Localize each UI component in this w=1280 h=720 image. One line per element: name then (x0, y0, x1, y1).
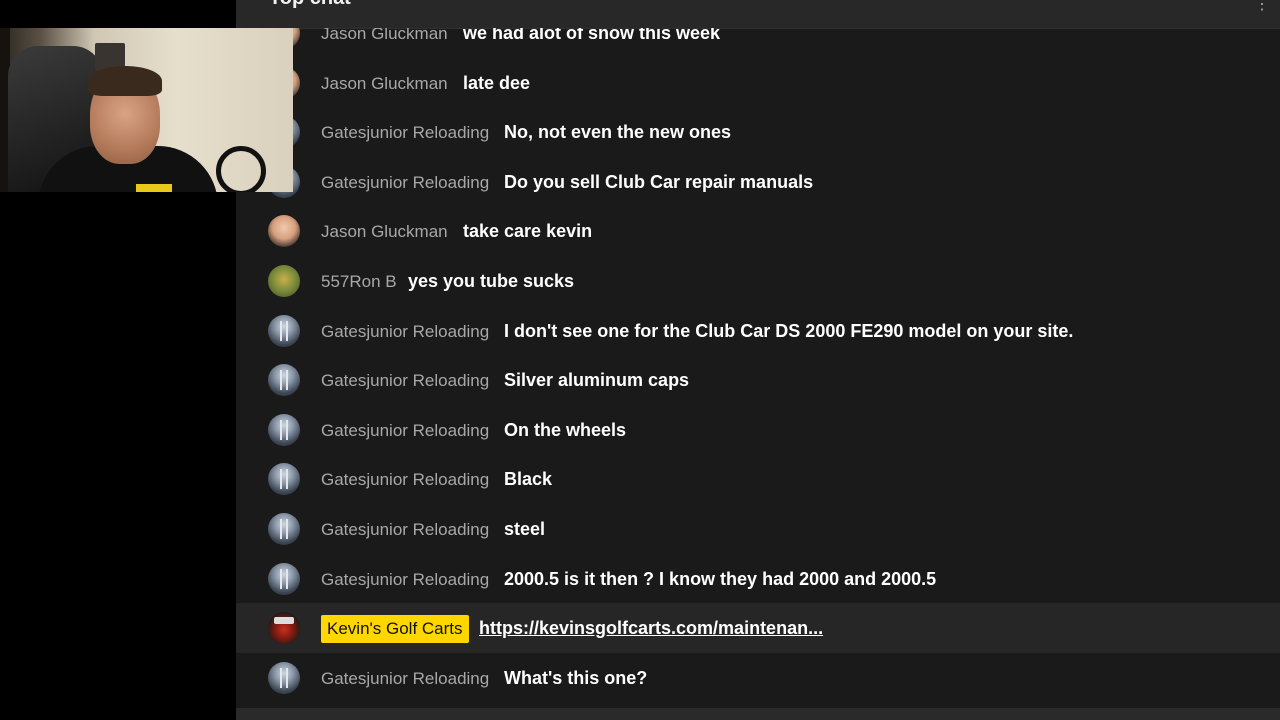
message-text: What's this one? (504, 667, 648, 688)
author-name[interactable]: Gatesjunior Reloading (321, 570, 489, 590)
author-name[interactable]: Gatesjunior Reloading (321, 371, 489, 391)
author-name[interactable]: Gatesjunior Reloading (321, 173, 489, 193)
author-name[interactable]: Jason Gluckman (321, 222, 448, 242)
avatar[interactable] (268, 265, 300, 297)
message-text: Silver aluminum caps (504, 370, 690, 391)
author-name[interactable]: Gatesjunior Reloading (321, 123, 489, 143)
chat-message[interactable]: Gatesjunior Reloading I don't see one for… (236, 306, 1280, 356)
avatar[interactable] (268, 463, 300, 496)
chat-message[interactable]: Gatesjunior Reloading Silver aluminum cap… (236, 355, 1280, 405)
chat-message[interactable]: Gatesjunior Reloading No, not even the ne… (236, 107, 1280, 157)
chat-header: Top chat ⋮ (236, 0, 1280, 29)
avatar[interactable] (268, 513, 300, 545)
author-name[interactable]: 557Ron B (321, 272, 397, 292)
author-name[interactable]: Gatesjunior Reloading (321, 421, 489, 441)
chat-message[interactable]: Gatesjunior Reloading On the wheels (236, 405, 1280, 455)
avatar[interactable] (268, 364, 300, 397)
author-name[interactable]: Gatesjunior Reloading (321, 470, 489, 490)
message-text: yes you tube sucks (408, 271, 575, 291)
more-options-icon[interactable]: ⋮ (1254, 0, 1270, 14)
chat-message[interactable]: Jason Gluckman take care kevin (236, 206, 1280, 256)
author-name[interactable]: Gatesjunior Reloading (321, 520, 489, 540)
chat-message[interactable]: Gatesjunior Reloading 2000.5 is it then ?… (236, 554, 1280, 604)
webcam-headphones (216, 146, 266, 192)
author-name[interactable]: Jason Gluckman (321, 74, 448, 94)
avatar[interactable] (268, 314, 300, 347)
author-name[interactable]: Jason Gluckman (321, 28, 448, 44)
message-text: On the wheels (504, 419, 627, 440)
chat-message[interactable]: Kevin's Golf Carts https://kevinsgolfcart… (236, 603, 1280, 654)
message-text: late dee (463, 72, 531, 93)
chat-message[interactable]: Gatesjunior Reloading Do you sell Club Ca… (236, 157, 1280, 207)
chat-message[interactable]: Gatesjunior Reloading Black (236, 454, 1280, 504)
chat-message[interactable]: Jason Gluckman we had alot of snow this w… (236, 28, 1280, 58)
message-text: Black (504, 469, 553, 490)
owner-author-badge[interactable]: Kevin's Golf Carts (321, 615, 469, 644)
avatar[interactable] (268, 612, 300, 645)
message-text: we had alot of snow this week (463, 28, 721, 43)
chat-footer (236, 708, 1280, 720)
message-text: steel (504, 519, 546, 539)
message-text: take care kevin (463, 221, 593, 242)
chat-message[interactable]: Gatesjunior Reloading What's this one? (236, 653, 1280, 703)
chat-message[interactable]: Jason Gluckman late dee (236, 58, 1280, 108)
message-text: I don't see one for the Club Car DS 2000… (504, 320, 1074, 341)
webcam-shirt-logo (136, 184, 172, 192)
webcam-person-hair (88, 66, 162, 96)
avatar[interactable] (268, 215, 300, 248)
message-text: 2000.5 is it then ? I know they had 2000… (504, 568, 937, 589)
live-chat-panel: Top chat ⋮ Jason Gluckman we had alot of … (236, 0, 1280, 720)
avatar[interactable] (268, 413, 300, 446)
webcam-overlay (0, 28, 293, 192)
author-name[interactable]: Gatesjunior Reloading (321, 322, 489, 342)
message-text: No, not even the new ones (504, 122, 732, 143)
chat-message[interactable]: 557Ron B yes you tube sucks (236, 256, 1280, 306)
chat-message[interactable]: Gatesjunior Reloading steel (236, 504, 1280, 554)
message-link[interactable]: https://kevinsgolfcarts.com/maintenan... (479, 618, 823, 639)
avatar[interactable] (268, 661, 300, 694)
chat-title[interactable]: Top chat (269, 0, 351, 10)
avatar[interactable] (268, 562, 300, 595)
author-name[interactable]: Gatesjunior Reloading (321, 669, 489, 689)
message-text: Do you sell Club Car repair manuals (504, 171, 814, 192)
chat-message-list[interactable]: Jason Gluckman we had alot of snow this w… (236, 28, 1280, 710)
